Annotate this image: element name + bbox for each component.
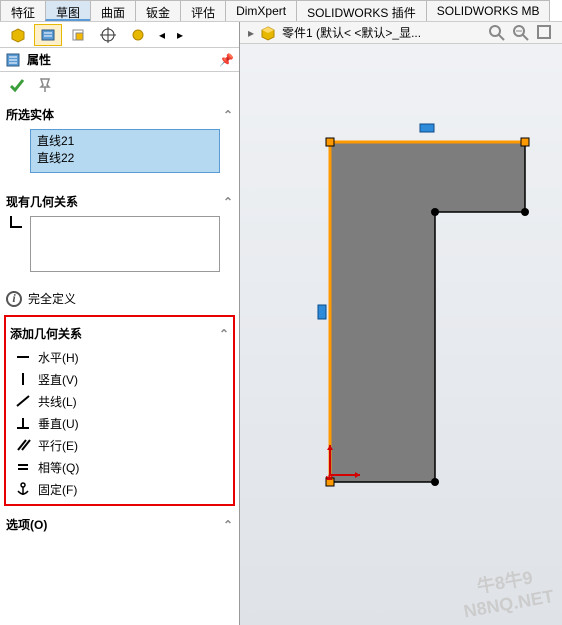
- chevron-left-icon: ◂: [159, 28, 165, 42]
- zoom-fit-icon[interactable]: [512, 24, 530, 42]
- vertical-icon: [14, 370, 32, 388]
- collinear-icon: [14, 392, 32, 410]
- watermark: 牛8牛9 N8NQ.NET: [458, 560, 556, 622]
- perpendicular-rel-icon: [14, 414, 32, 432]
- collapse-selected-icon[interactable]: ⌃: [223, 108, 233, 122]
- tab-dimxpert[interactable]: DimXpert: [225, 0, 297, 21]
- tab-evaluate[interactable]: 评估: [180, 0, 226, 21]
- property-icon: [40, 27, 56, 43]
- collapse-add-icon[interactable]: ⌃: [219, 327, 229, 341]
- property-manager-panel: ◂ ▸ 属性 📌 所选实体 ⌃ 直线21 直线22: [0, 22, 240, 625]
- document-name[interactable]: 零件1 (默认< <默认>_显...: [282, 24, 421, 41]
- definition-status: 完全定义: [28, 290, 76, 307]
- panel-scroll-left[interactable]: ◂: [154, 24, 170, 46]
- sketch-endpoint[interactable]: [326, 478, 334, 486]
- vertical-relation-marker[interactable]: [318, 305, 326, 319]
- tab-surface[interactable]: 曲面: [90, 0, 136, 21]
- rel-parallel[interactable]: 平行(E): [10, 434, 229, 456]
- options-label: 选项(O): [6, 516, 47, 533]
- rel-perpendicular[interactable]: 垂直(U): [10, 412, 229, 434]
- view-icon[interactable]: [536, 24, 554, 42]
- cube-icon: [10, 27, 26, 43]
- display-icon: [130, 27, 146, 43]
- rel-fix[interactable]: 固定(F): [10, 478, 229, 500]
- rel-equal[interactable]: 相等(Q): [10, 456, 229, 478]
- equal-icon: [14, 458, 32, 476]
- tab-plugins[interactable]: SOLIDWORKS 插件: [296, 0, 427, 21]
- info-icon: i: [6, 291, 22, 307]
- collapse-options-icon[interactable]: ⌃: [223, 518, 233, 532]
- sketch-endpoint[interactable]: [431, 478, 439, 486]
- highlighted-add-relations: 添加几何关系 ⌃ 水平(H) 竖直(V) 共线(L) 垂直(U) 平行(E: [4, 315, 235, 506]
- add-relations-label: 添加几何关系: [10, 325, 82, 342]
- sketch-endpoint[interactable]: [521, 208, 529, 216]
- perpendicular-icon: [10, 216, 22, 228]
- config-icon: [70, 27, 86, 43]
- tab-mb[interactable]: SOLIDWORKS MB: [426, 0, 551, 21]
- part-icon: [260, 25, 276, 41]
- list-item[interactable]: 直线21: [33, 132, 217, 149]
- document-tab-bar: ▸ 零件1 (默认< <默认>_显...: [240, 22, 562, 44]
- tab-sketch[interactable]: 草图: [45, 0, 91, 21]
- push-pin-button[interactable]: [36, 76, 54, 94]
- panel-tab-bar: ◂ ▸: [0, 22, 239, 48]
- existing-relations-label: 现有几何关系: [6, 193, 78, 210]
- zoom-icon[interactable]: [488, 24, 506, 42]
- featuremanager-tab[interactable]: [4, 24, 32, 46]
- rel-horizontal[interactable]: 水平(H): [10, 346, 229, 368]
- ok-button[interactable]: [8, 76, 26, 94]
- list-item[interactable]: 直线22: [33, 149, 217, 166]
- existing-relations-list[interactable]: [30, 216, 220, 272]
- sketch-geometry[interactable]: [280, 82, 560, 502]
- rel-collinear[interactable]: 共线(L): [10, 390, 229, 412]
- horizontal-icon: [14, 348, 32, 366]
- selected-entities-label: 所选实体: [6, 106, 54, 123]
- rel-vertical[interactable]: 竖直(V): [10, 368, 229, 390]
- anchor-icon: [14, 480, 32, 498]
- panel-scroll-right[interactable]: ▸: [172, 24, 188, 46]
- sketch-endpoint[interactable]: [326, 138, 334, 146]
- horizontal-relation-marker[interactable]: [420, 124, 434, 132]
- tab-features[interactable]: 特征: [0, 0, 46, 21]
- sketch-endpoint[interactable]: [521, 138, 529, 146]
- sketch-endpoint[interactable]: [431, 208, 439, 216]
- pin-icon[interactable]: 📌: [219, 53, 234, 67]
- property-header: 属性 📌: [0, 48, 239, 72]
- collapse-existing-icon[interactable]: ⌃: [223, 195, 233, 209]
- tab-sheetmetal[interactable]: 钣金: [135, 0, 181, 21]
- confirm-row: [0, 72, 239, 98]
- propertymanager-tab[interactable]: [34, 24, 62, 46]
- panel-title: 属性: [27, 51, 51, 68]
- graphics-viewport[interactable]: ▸ 零件1 (默认< <默认>_显...: [240, 22, 562, 625]
- selected-entities-list[interactable]: 直线21 直线22: [30, 129, 220, 173]
- parallel-icon: [14, 436, 32, 454]
- dimxpert-tab[interactable]: [94, 24, 122, 46]
- property-header-icon: [5, 52, 21, 68]
- display-tab[interactable]: [124, 24, 152, 46]
- ribbon-tabs: 特征 草图 曲面 钣金 评估 DimXpert SOLIDWORKS 插件 SO…: [0, 0, 562, 22]
- configmanager-tab[interactable]: [64, 24, 92, 46]
- target-icon: [100, 27, 116, 43]
- chevron-right-icon: ▸: [177, 28, 183, 42]
- tab-nav-left[interactable]: ▸: [248, 26, 254, 40]
